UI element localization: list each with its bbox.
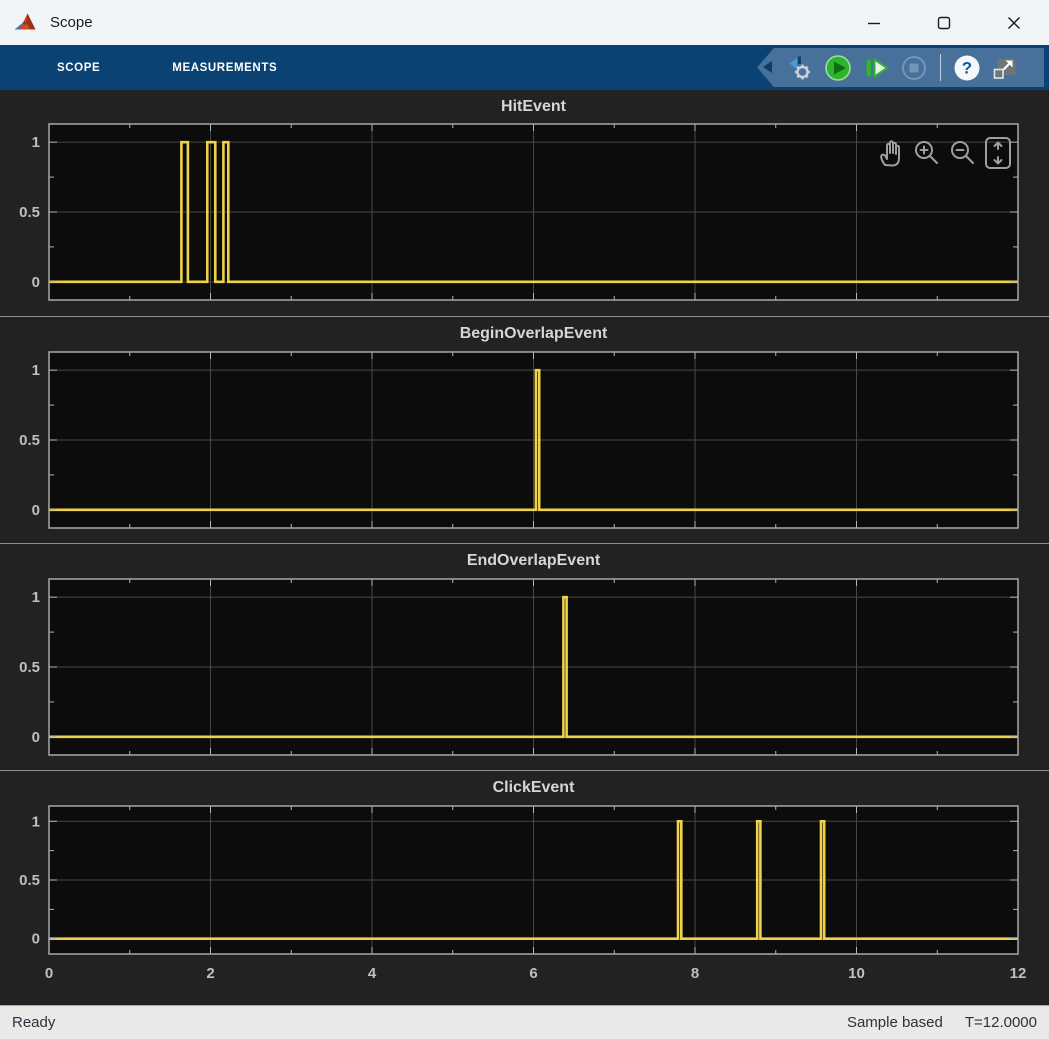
run-icon [823, 53, 853, 83]
help-icon: ? [952, 53, 982, 83]
status-text: Ready [12, 1014, 55, 1031]
tab-scope[interactable]: SCOPE [57, 62, 100, 74]
simulation-pacing-button[interactable] [781, 51, 819, 85]
simulation-pacing-icon [785, 53, 815, 83]
beginoverlapevent-plot-canvas[interactable]: 00.51 [0, 317, 1049, 544]
maximize-button[interactable] [909, 0, 979, 45]
clickevent-panel: 00.51024681012 ClickEvent [0, 770, 1049, 1002]
svg-text:0: 0 [32, 274, 40, 291]
pan-button[interactable] [873, 134, 907, 172]
quick-access-bar: ? [757, 48, 1044, 87]
svg-text:?: ? [962, 58, 972, 77]
svg-text:1: 1 [32, 589, 40, 606]
svg-text:0.5: 0.5 [19, 872, 40, 889]
status-bar: Ready Sample based T=12.0000 [0, 1005, 1049, 1039]
zoom-out-button[interactable] [945, 134, 979, 172]
stop-icon [899, 53, 929, 83]
minimize-icon [867, 16, 881, 30]
plot-area: 00.51 HitEvent [0, 90, 1049, 1005]
plot-title-beginoverlapevent: BeginOverlapEvent [49, 325, 1018, 343]
zoom-in-icon [910, 136, 942, 170]
svg-text:8: 8 [691, 965, 699, 982]
svg-text:4: 4 [368, 965, 377, 982]
svg-text:0: 0 [32, 931, 40, 948]
svg-text:0: 0 [45, 965, 53, 982]
endoverlapevent-plot-canvas[interactable]: 00.51 [0, 544, 1049, 771]
svg-text:0.5: 0.5 [19, 432, 40, 449]
title-bar: Scope [0, 0, 1049, 45]
dock-button[interactable] [986, 51, 1024, 85]
toolstrip: SCOPE MEASUREMENTS [0, 45, 1049, 90]
close-icon [1007, 16, 1021, 30]
help-button[interactable]: ? [948, 51, 986, 85]
matlab-logo-icon [13, 10, 39, 36]
hitevent-panel: 00.51 HitEvent [0, 90, 1049, 316]
scope-window: Scope SCOPE MEASUREMENTS [0, 0, 1049, 1039]
plot-tools-palette [873, 134, 1015, 172]
fit-to-view-icon [982, 135, 1014, 171]
sample-mode-text: Sample based [847, 1014, 943, 1031]
tab-measurements[interactable]: MEASUREMENTS [172, 62, 277, 74]
close-button[interactable] [979, 0, 1049, 45]
svg-text:6: 6 [529, 965, 537, 982]
svg-text:1: 1 [32, 813, 40, 830]
hitevent-plot-canvas[interactable]: 00.51 [0, 90, 1049, 316]
plot-title-clickevent: ClickEvent [49, 779, 1018, 797]
step-forward-icon [861, 53, 891, 83]
svg-text:0: 0 [32, 502, 40, 519]
maximize-icon [937, 16, 951, 30]
stop-button [895, 51, 933, 85]
endoverlapevent-panel: 00.51 EndOverlapEvent [0, 543, 1049, 770]
svg-text:0: 0 [32, 729, 40, 746]
pan-hand-icon [875, 136, 905, 170]
minimize-button[interactable] [839, 0, 909, 45]
svg-text:0.5: 0.5 [19, 659, 40, 676]
dock-icon [990, 53, 1020, 83]
plot-title-hitevent: HitEvent [49, 98, 1018, 116]
plot-title-endoverlapevent: EndOverlapEvent [49, 552, 1018, 570]
svg-text:1: 1 [32, 134, 40, 151]
svg-text:1: 1 [32, 362, 40, 379]
zoom-in-button[interactable] [909, 134, 943, 172]
svg-text:0.5: 0.5 [19, 204, 40, 221]
svg-text:2: 2 [206, 965, 214, 982]
run-button[interactable] [819, 51, 857, 85]
svg-text:12: 12 [1010, 965, 1027, 982]
clickevent-plot-canvas[interactable]: 00.51024681012 [0, 771, 1049, 1003]
beginoverlapevent-panel: 00.51 BeginOverlapEvent [0, 316, 1049, 543]
svg-text:10: 10 [848, 965, 865, 982]
window-title: Scope [50, 14, 93, 31]
step-forward-button[interactable] [857, 51, 895, 85]
zoom-out-icon [946, 136, 978, 170]
window-controls [839, 0, 1049, 45]
toolbar-separator [940, 54, 941, 81]
collapse-toolstrip-icon[interactable] [763, 61, 772, 73]
sim-time-text: T=12.0000 [965, 1014, 1037, 1031]
fit-to-view-button[interactable] [981, 134, 1015, 172]
